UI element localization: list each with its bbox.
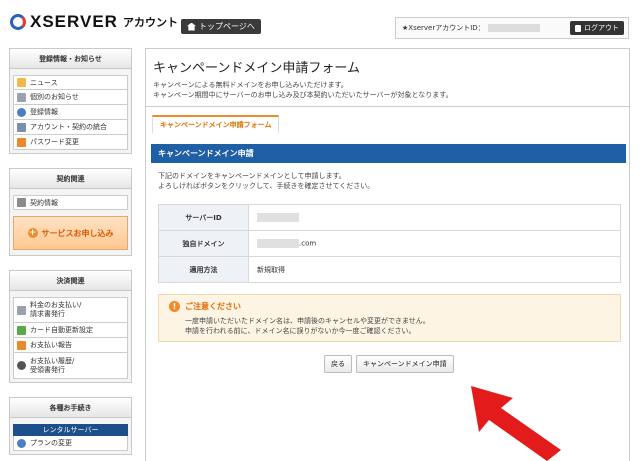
header: XSERVER アカウント トップページへ ★XserverアカウントID： ロ… xyxy=(0,0,640,40)
sidebar-item-payment-history[interactable]: お支払い履歴/ 受領書発行 xyxy=(13,353,128,379)
caution-line: 一度申請いただいたドメイン名は、申請後のキャンセルや変更ができません。 xyxy=(185,317,430,325)
form-actions: 戻る キャンペーンドメイン申請 xyxy=(324,355,454,373)
sidebar-section-info: 登録情報・お知らせ ニュース 個別のお知らせ 登録情報 アカウント・契約の統合 … xyxy=(9,48,132,154)
sidebar: 登録情報・お知らせ ニュース 個別のお知らせ 登録情報 アカウント・契約の統合 … xyxy=(9,48,132,455)
notice-icon xyxy=(17,92,26,102)
sidebar-item-contract-info[interactable]: 契約情報 xyxy=(13,195,128,210)
sidebar-item-news[interactable]: ニュース xyxy=(13,75,128,90)
account-id-box: ★XserverアカウントID： ログアウト xyxy=(395,17,629,39)
application-table: サーバーID 独自ドメイン .com 適用方法 新規取得 xyxy=(158,204,621,283)
rental-server-subhead: レンタルサーバー xyxy=(13,424,128,436)
exclamation-icon: ! xyxy=(169,301,180,312)
sidebar-item-label: 登録情報 xyxy=(30,108,58,116)
row-value: .com xyxy=(248,230,621,257)
caution-title-text: ご注意ください xyxy=(185,302,241,311)
logout-label: ログアウト xyxy=(584,24,619,32)
sidebar-item-plan-change[interactable]: プランの変更 xyxy=(13,436,128,451)
row-value: 新規取得 xyxy=(248,256,621,283)
row-value xyxy=(248,204,621,231)
plus-icon: + xyxy=(27,228,38,238)
merge-icon xyxy=(17,122,26,132)
sidebar-item-payment-report[interactable]: お支払い報告 xyxy=(13,338,128,353)
tab-campaign-form[interactable]: キャンペーンドメイン申請フォーム xyxy=(152,115,280,133)
red-arrow-annotation xyxy=(471,386,561,461)
page-title: キャンペーンドメイン申請フォーム xyxy=(153,61,360,76)
caution-title: ! ご注意ください xyxy=(169,301,610,312)
sidebar-item-card-auto-renew[interactable]: カード自動更新設定 xyxy=(13,323,128,338)
logo-text: XSERVER xyxy=(30,12,118,31)
sidebar-section-title: 登録情報・お知らせ xyxy=(10,49,131,69)
table-row: サーバーID xyxy=(158,204,621,231)
sidebar-section-title: 決済関連 xyxy=(10,271,131,291)
back-button[interactable]: 戻る xyxy=(324,355,352,373)
table-row: 適用方法 新規取得 xyxy=(158,256,621,283)
intro-line: キャンペーンによる無料ドメインをお申し込みいただけます。 xyxy=(153,81,348,89)
card-icon xyxy=(17,325,26,335)
lock-icon xyxy=(575,24,581,32)
sidebar-item-notices[interactable]: 個別のお知らせ xyxy=(13,90,128,105)
top-page-button[interactable]: トップページへ xyxy=(181,19,261,34)
account-id-label: ★XserverアカウントID： xyxy=(402,24,485,32)
caution-text: 一度申請いただいたドメイン名は、申請後のキャンセルや変更ができません。 申請を行… xyxy=(169,316,610,336)
row-label: サーバーID xyxy=(158,204,249,231)
clock-icon xyxy=(17,361,26,370)
sidebar-item-label: 契約情報 xyxy=(30,198,58,207)
plan-change-icon xyxy=(17,438,26,448)
report-icon xyxy=(17,340,26,350)
row-value-text: .com xyxy=(299,239,317,248)
description-line: よろしければボタンをクリックして、手続きを確定させてください。 xyxy=(158,182,375,190)
sidebar-item-label: プランの変更 xyxy=(30,439,72,447)
sidebar-section-procedures: 各種お手続き レンタルサーバー プランの変更 xyxy=(9,397,132,455)
sidebar-item-label: ニュース xyxy=(30,78,58,87)
sidebar-section-title: 各種お手続き xyxy=(10,398,131,418)
title-box: キャンペーンドメイン申請フォーム キャンペーンによる無料ドメインをお申し込みいた… xyxy=(146,49,629,107)
sidebar-item-label: パスワード変更 xyxy=(30,138,79,146)
submit-campaign-domain-button[interactable]: キャンペーンドメイン申請 xyxy=(356,355,454,373)
invoice-icon xyxy=(17,305,26,315)
logo[interactable]: XSERVER アカウント xyxy=(10,12,178,32)
sidebar-item-label: お支払い履歴/ 受領書発行 xyxy=(30,356,75,374)
sidebar-item-password[interactable]: パスワード変更 xyxy=(13,135,128,150)
sidebar-item-account-merge[interactable]: アカウント・契約の統合 xyxy=(13,120,128,135)
domain-redacted xyxy=(257,239,299,248)
top-page-label: トップページへ xyxy=(199,22,255,31)
document-icon xyxy=(17,198,26,207)
server-id-redacted xyxy=(257,213,299,222)
description-line: 下記のドメインをキャンペーンドメインとして申請します。 xyxy=(158,172,346,180)
sidebar-section-payment: 決済関連 料金のお支払い/ 請求書発行 カード自動更新設定 お支払い報告 お支払… xyxy=(9,270,132,383)
service-apply-button[interactable]: + サービスお申し込み xyxy=(13,216,128,250)
sidebar-item-label: カード自動更新設定 xyxy=(30,326,93,334)
news-icon xyxy=(17,78,26,87)
sidebar-item-label: お支払い報告 xyxy=(30,341,72,349)
caution-line: 申請を行われる前に、ドメイン名に誤りがないか今一度ご確認ください。 xyxy=(185,327,416,335)
lock-icon xyxy=(17,137,26,147)
row-label: 独自ドメイン xyxy=(158,230,249,257)
sidebar-item-label: 料金のお支払い/ 請求書発行 xyxy=(30,301,82,318)
table-row: 独自ドメイン .com xyxy=(158,230,621,257)
sidebar-section-contract: 契約関連 契約情報 + サービスお申し込み xyxy=(9,168,132,256)
row-label: 適用方法 xyxy=(158,256,249,283)
sidebar-section-title: 契約関連 xyxy=(10,169,131,189)
intro-text: キャンペーンによる無料ドメインをお申し込みいただけます。 キャンペーン期間中にサ… xyxy=(153,80,622,100)
sidebar-item-label: アカウント・契約の統合 xyxy=(30,123,107,131)
description: 下記のドメインをキャンペーンドメインとして申請します。 よろしければボタンをクリ… xyxy=(158,171,374,191)
sidebar-item-label: 個別のお知らせ xyxy=(30,93,79,101)
intro-line: キャンペーン期間中にサーバーのお申し込み及び本契約いただいたサーバーが対象となり… xyxy=(153,91,453,99)
section-title: キャンペーンドメイン申請 xyxy=(151,144,626,163)
logout-button[interactable]: ログアウト xyxy=(570,21,624,35)
account-id-redacted xyxy=(487,24,540,32)
home-icon xyxy=(187,22,196,31)
sidebar-item-payment[interactable]: 料金のお支払い/ 請求書発行 xyxy=(13,297,128,323)
service-apply-label: サービスお申し込み xyxy=(41,228,114,238)
sidebar-item-registration[interactable]: 登録情報 xyxy=(13,105,128,120)
caution-box: ! ご注意ください 一度申請いただいたドメイン名は、申請後のキャンセルや変更がで… xyxy=(158,294,621,342)
user-icon xyxy=(17,107,26,117)
xserver-logo-icon xyxy=(10,14,26,30)
logo-sub: アカウント xyxy=(122,16,178,29)
